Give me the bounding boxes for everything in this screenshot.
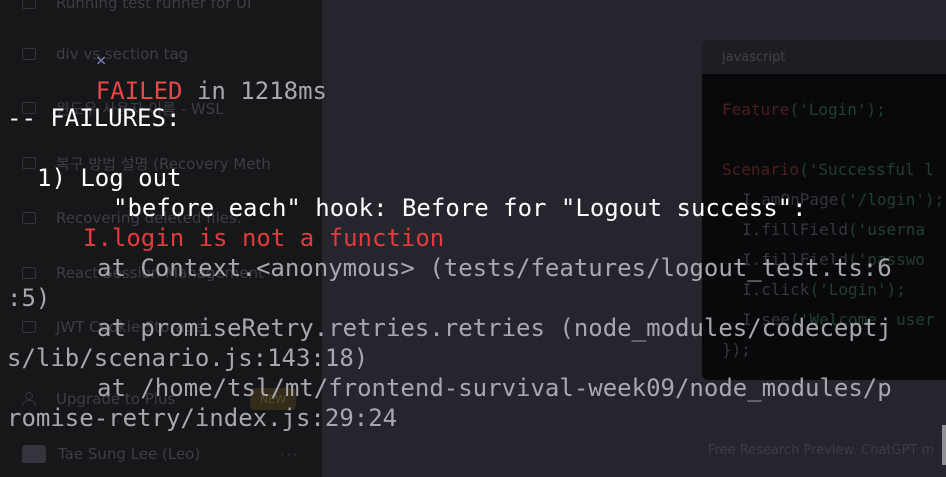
- stack-line: at /home/tsl/mt/frontend-survival-week09…: [97, 374, 892, 402]
- stack-line: :5): [7, 284, 51, 312]
- stack-line: s/lib/scenario.js:143:18): [7, 344, 369, 372]
- hook-line: "before each" hook: Before for "Logout s…: [113, 194, 807, 222]
- close-icon: ×: [95, 50, 107, 71]
- stack-line: romise-retry/index.js:29:24: [7, 404, 398, 432]
- failure-title: 1) Log out: [37, 164, 182, 192]
- error-message: I.login is not a function: [83, 224, 445, 252]
- stack-line: at promiseRetry.retries.retries (node_mo…: [97, 314, 892, 342]
- status-failed: FAILED: [95, 77, 183, 105]
- status-duration: in 1218ms: [182, 77, 327, 105]
- stack-line: at Context.<anonymous> (tests/features/l…: [97, 254, 892, 282]
- terminal-output: × FAILED in 1218ms -- FAILURES: 1) Log o…: [0, 0, 946, 477]
- failures-header: -- FAILURES:: [7, 104, 181, 132]
